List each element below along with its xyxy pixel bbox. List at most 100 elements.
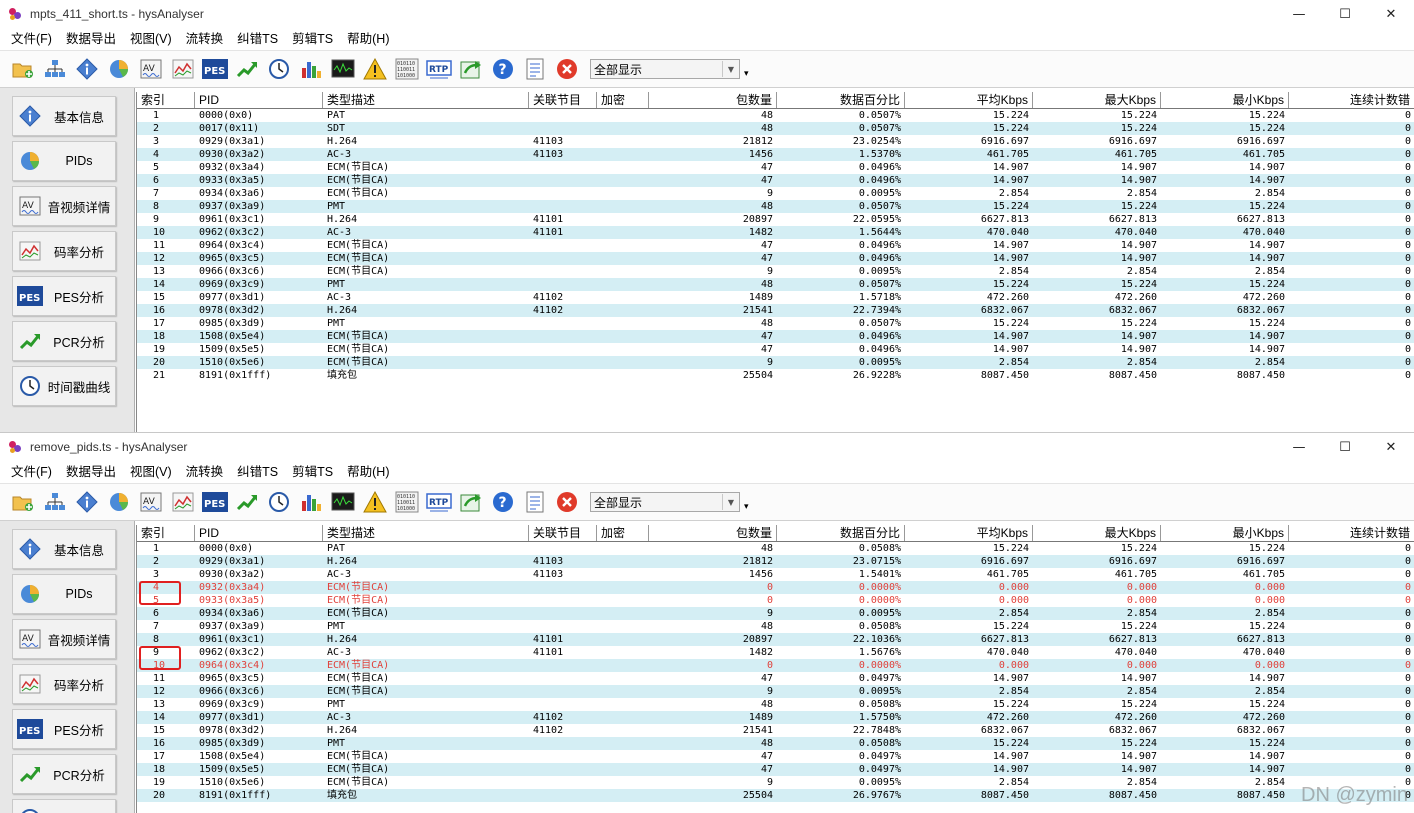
column-header-cc-errors[interactable]: 连续计数错	[1289, 92, 1414, 108]
sidebar-item-2[interactable]: AV音视频详情	[12, 186, 116, 226]
table-row[interactable]: 191509(0x5e5)ECM(节目CA)470.0496%14.90714.…	[137, 343, 1414, 356]
table-row[interactable]: 140977(0x3d1)AC-34110214891.5750%472.260…	[137, 711, 1414, 724]
list-report-icon[interactable]	[522, 56, 548, 82]
table-row[interactable]: 40932(0x3a4)ECM(节目CA)00.0000%0.0000.0000…	[137, 581, 1414, 594]
table-row[interactable]: 50933(0x3a5)ECM(节目CA)00.0000%0.0000.0000…	[137, 594, 1414, 607]
column-header-pid[interactable]: PID	[195, 525, 323, 541]
close-button[interactable]: ✕	[1368, 0, 1414, 28]
oscilloscope-icon[interactable]	[330, 56, 356, 82]
av-icon[interactable]: AV	[138, 489, 164, 515]
table-row[interactable]: 20017(0x11)SDT480.0507%15.22415.22415.22…	[137, 122, 1414, 135]
close-red-icon[interactable]	[554, 56, 580, 82]
title-bar[interactable]: remove_pids.ts - hysAnalyser — ☐ ✕	[0, 433, 1414, 461]
menu-convert[interactable]: 流转换	[179, 28, 231, 50]
table-row[interactable]: 30929(0x3a1)H.264411032181223.0254%6916.…	[137, 135, 1414, 148]
maximize-button[interactable]: ☐	[1322, 433, 1368, 461]
table-row[interactable]: 70937(0x3a9)PMT480.0508%15.22415.22415.2…	[137, 620, 1414, 633]
menu-export[interactable]: 数据导出	[59, 461, 123, 483]
bitrate-line-icon[interactable]	[170, 56, 196, 82]
menu-file[interactable]: 文件(F)	[4, 461, 59, 483]
oscilloscope-icon[interactable]	[330, 489, 356, 515]
column-header-max-kbps[interactable]: 最大Kbps	[1033, 92, 1161, 108]
table-row[interactable]: 181508(0x5e4)ECM(节目CA)470.0496%14.90714.…	[137, 330, 1414, 343]
column-header-scrambled[interactable]: 加密	[597, 92, 649, 108]
chevron-down-icon[interactable]: ▼	[722, 61, 739, 77]
table-row[interactable]: 181509(0x5e5)ECM(节目CA)470.0497%14.90714.…	[137, 763, 1414, 776]
title-bar[interactable]: mpts_411_short.ts - hysAnalyser — ☐ ✕	[0, 0, 1414, 28]
network-tree-icon[interactable]	[42, 56, 68, 82]
sidebar-item-4[interactable]: PESPES分析	[12, 276, 116, 316]
table-row[interactable]: 70934(0x3a6)ECM(节目CA)90.0095%2.8542.8542…	[137, 187, 1414, 200]
table-row[interactable]: 201510(0x5e6)ECM(节目CA)90.0095%2.8542.854…	[137, 356, 1414, 369]
table-row[interactable]: 150978(0x3d2)H.264411022154122.7848%6832…	[137, 724, 1414, 737]
sidebar-item-6[interactable]: 时间戳曲线	[12, 366, 116, 406]
column-header-scrambled[interactable]: 加密	[597, 525, 649, 541]
column-header-type[interactable]: 类型描述	[323, 92, 529, 108]
help-icon[interactable]: ?	[490, 489, 516, 515]
sidebar-item-5[interactable]: PCR分析	[12, 321, 116, 361]
column-header-packets[interactable]: 包数量	[649, 92, 777, 108]
table-row[interactable]: 171508(0x5e4)ECM(节目CA)470.0497%14.90714.…	[137, 750, 1414, 763]
open-folder-add-icon[interactable]	[10, 489, 36, 515]
minimize-button[interactable]: —	[1276, 433, 1322, 461]
pes-icon[interactable]: PES	[202, 489, 228, 515]
column-header-program[interactable]: 关联节目	[529, 525, 597, 541]
warning-icon[interactable]	[362, 489, 388, 515]
menu-export[interactable]: 数据导出	[59, 28, 123, 50]
toolbar-overflow-icon[interactable]: ▾	[744, 69, 749, 79]
help-icon[interactable]: ?	[490, 56, 516, 82]
column-header-min-kbps[interactable]: 最小Kbps	[1161, 92, 1289, 108]
info-icon[interactable]	[74, 489, 100, 515]
close-red-icon[interactable]	[554, 489, 580, 515]
table-row[interactable]: 60934(0x3a6)ECM(节目CA)90.0095%2.8542.8542…	[137, 607, 1414, 620]
table-row[interactable]: 90961(0x3c1)H.264411012089722.0595%6627.…	[137, 213, 1414, 226]
column-header-percent[interactable]: 数据百分比	[777, 525, 905, 541]
table-row[interactable]: 10000(0x0)PAT480.0507%15.22415.22415.224…	[137, 109, 1414, 122]
network-tree-icon[interactable]	[42, 489, 68, 515]
menu-file[interactable]: 文件(F)	[4, 28, 59, 50]
table-row[interactable]: 100962(0x3c2)AC-34110114821.5644%470.040…	[137, 226, 1414, 239]
chevron-down-icon[interactable]: ▼	[722, 494, 739, 510]
table-row[interactable]: 110965(0x3c5)ECM(节目CA)470.0497%14.90714.…	[137, 672, 1414, 685]
table-row[interactable]: 10000(0x0)PAT480.0508%15.22415.22415.224…	[137, 542, 1414, 555]
menu-cut-ts[interactable]: 剪辑TS	[285, 461, 340, 483]
sidebar-item-1[interactable]: PIDs	[12, 141, 116, 181]
bitrate-line-icon[interactable]	[170, 489, 196, 515]
table-row[interactable]: 50932(0x3a4)ECM(节目CA)470.0496%14.90714.9…	[137, 161, 1414, 174]
table-row[interactable]: 218191(0x1fff)填充包2550426.9228%8087.45080…	[137, 369, 1414, 382]
menu-help[interactable]: 帮助(H)	[340, 461, 396, 483]
pie-chart-icon[interactable]	[106, 56, 132, 82]
clock-icon[interactable]	[266, 489, 292, 515]
column-header-cc-errors[interactable]: 连续计数错	[1289, 525, 1414, 541]
table-row[interactable]: 140969(0x3c9)PMT480.0507%15.22415.22415.…	[137, 278, 1414, 291]
sidebar-item-6[interactable]: 时间戳曲线	[12, 799, 116, 813]
table-row[interactable]: 30930(0x3a2)AC-34110314561.5401%461.7054…	[137, 568, 1414, 581]
toolbar-overflow-icon[interactable]: ▾	[744, 502, 749, 512]
display-filter-select[interactable]: 全部显示▼	[590, 59, 740, 79]
table-row[interactable]: 170985(0x3d9)PMT480.0507%15.22415.22415.…	[137, 317, 1414, 330]
pes-icon[interactable]: PES	[202, 56, 228, 82]
menu-fix-ts[interactable]: 纠错TS	[230, 28, 285, 50]
column-header-index[interactable]: 索引	[137, 525, 195, 541]
sidebar-item-5[interactable]: PCR分析	[12, 754, 116, 794]
table-row[interactable]: 130969(0x3c9)PMT480.0508%15.22415.22415.…	[137, 698, 1414, 711]
rtp-icon[interactable]: RTP	[426, 56, 452, 82]
column-header-avg-kbps[interactable]: 平均Kbps	[905, 92, 1033, 108]
sidebar-item-0[interactable]: 基本信息	[12, 529, 116, 569]
bar-chart-icon[interactable]	[298, 489, 324, 515]
menu-view[interactable]: 视图(V)	[123, 461, 179, 483]
info-icon[interactable]	[74, 56, 100, 82]
table-row[interactable]: 110964(0x3c4)ECM(节目CA)470.0496%14.90714.…	[137, 239, 1414, 252]
open-folder-add-icon[interactable]	[10, 56, 36, 82]
column-header-max-kbps[interactable]: 最大Kbps	[1033, 525, 1161, 541]
table-row[interactable]: 40930(0x3a2)AC-34110314561.5370%461.7054…	[137, 148, 1414, 161]
sidebar-item-4[interactable]: PESPES分析	[12, 709, 116, 749]
table-row[interactable]: 120965(0x3c5)ECM(节目CA)470.0496%14.90714.…	[137, 252, 1414, 265]
close-button[interactable]: ✕	[1368, 433, 1414, 461]
rtp-icon[interactable]: RTP	[426, 489, 452, 515]
sidebar-item-3[interactable]: 码率分析	[12, 231, 116, 271]
binary-data-icon[interactable]: 010110110011101000	[394, 489, 420, 515]
binary-data-icon[interactable]: 010110110011101000	[394, 56, 420, 82]
table-row[interactable]: 60933(0x3a5)ECM(节目CA)470.0496%14.90714.9…	[137, 174, 1414, 187]
column-header-pid[interactable]: PID	[195, 92, 323, 108]
